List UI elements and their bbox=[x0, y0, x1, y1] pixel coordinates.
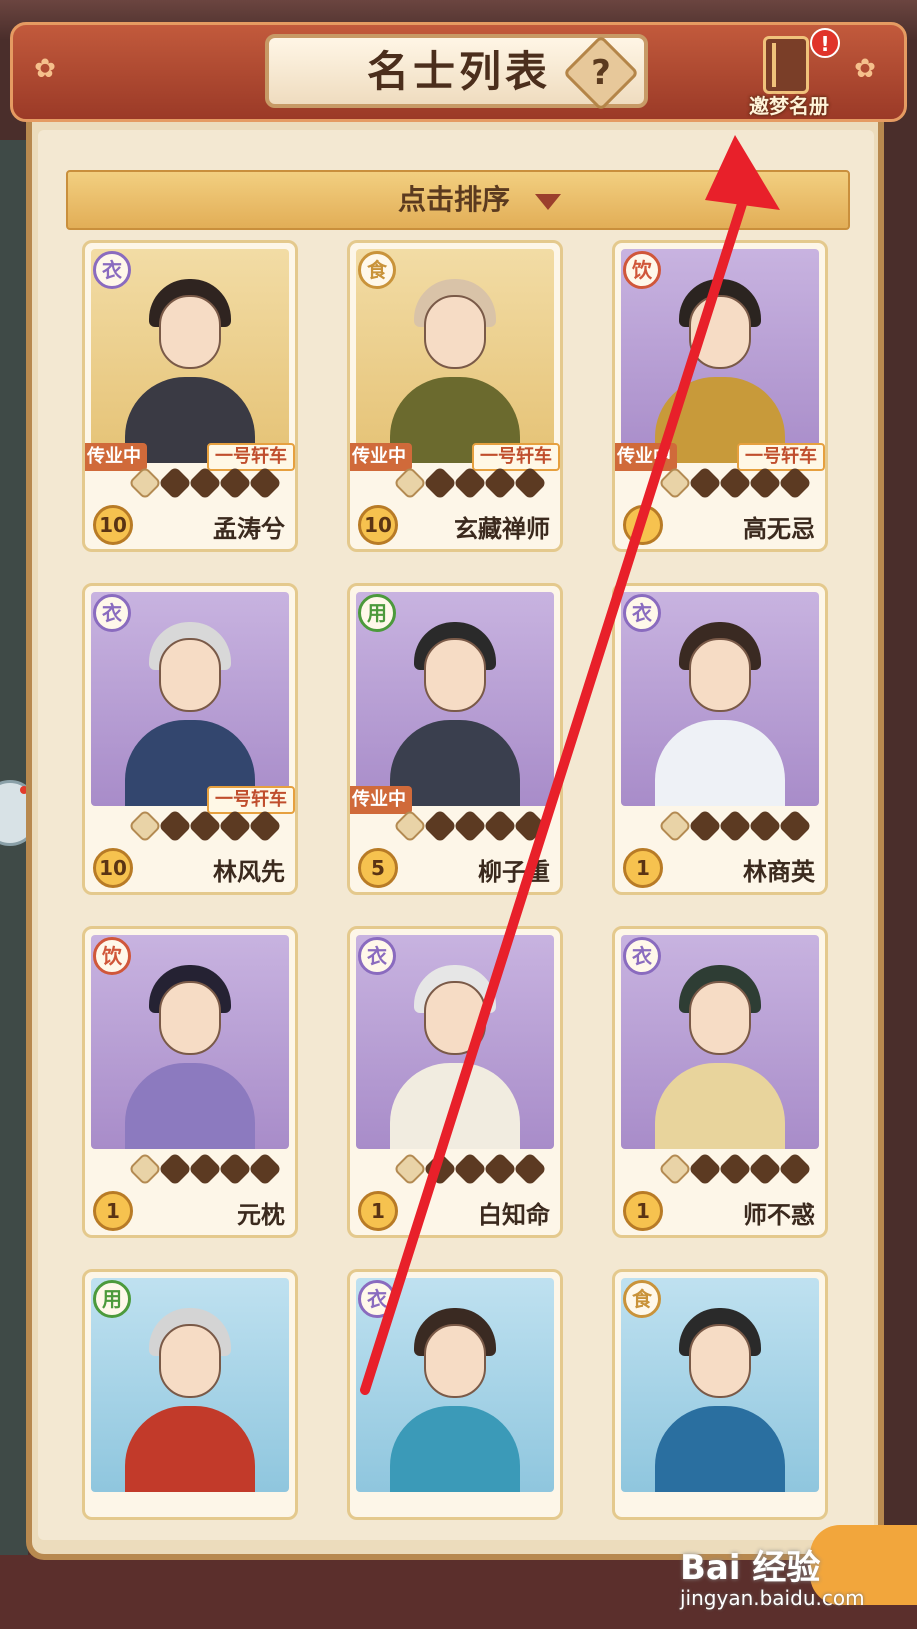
watermark-main: Bai 经验 bbox=[680, 1548, 821, 1588]
watermark-url: jingyan.baidu.com bbox=[680, 1586, 865, 1610]
annotation-arrow bbox=[360, 135, 780, 1395]
watermark: Bai 经验 jingyan.baidu.com bbox=[680, 1540, 890, 1620]
